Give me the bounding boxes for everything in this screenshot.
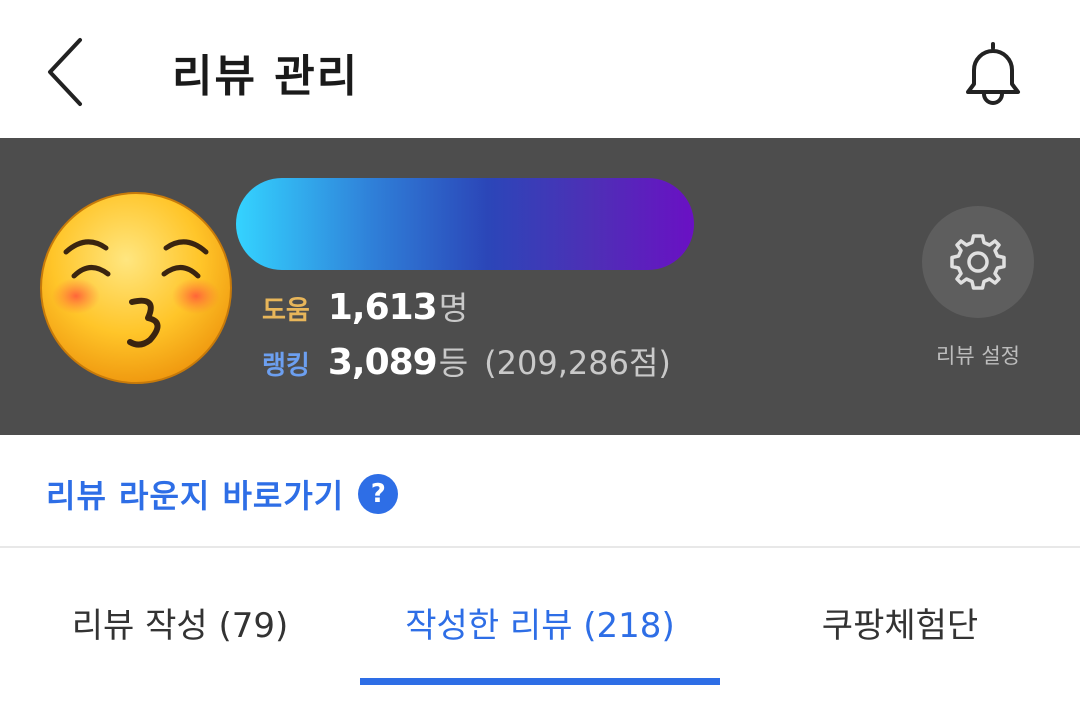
help-count-row: 도움 1,613 명: [262, 283, 468, 329]
lounge-section: 리뷰 라운지 바로가기 ?: [0, 435, 1080, 548]
review-settings-button[interactable]: [922, 206, 1034, 318]
review-settings-label[interactable]: 리뷰 설정: [900, 340, 1056, 370]
help-count-value: 1,613: [327, 287, 438, 328]
back-button[interactable]: [38, 34, 98, 110]
bell-icon: [966, 42, 1020, 105]
profile-banner: 도움 1,613 명 랭킹 3,089 등 (209,286점) 리뷰 설정: [0, 138, 1080, 435]
review-tabs: 리뷰 작성 (79) 작성한 리뷰 (218) 쿠팡체험단: [0, 550, 1080, 715]
review-lounge-link[interactable]: 리뷰 라운지 바로가기 ?: [46, 471, 399, 517]
ranking-value: 3,089: [327, 342, 438, 383]
help-count-unit: 명: [438, 289, 469, 327]
review-lounge-link-label[interactable]: 리뷰 라운지 바로가기: [46, 471, 344, 517]
chevron-left-icon: [48, 38, 82, 106]
tab-coupang-experience[interactable]: 쿠팡체험단: [720, 598, 1080, 658]
kissing-face-emoji-icon: [40, 192, 232, 384]
top-app-bar: 리뷰 관리: [0, 0, 1080, 138]
notification-button[interactable]: [960, 40, 1026, 106]
help-label: 도움: [262, 296, 310, 326]
ranking-points: (209,286점): [484, 344, 671, 382]
ranking-row: 랭킹 3,089 등 (209,286점): [262, 338, 671, 384]
tab-write-review[interactable]: 리뷰 작성 (79): [0, 598, 360, 658]
ranking-unit: 등: [438, 344, 469, 382]
question-icon[interactable]: ?: [358, 474, 399, 514]
active-tab-indicator: [360, 678, 720, 685]
gear-icon: [950, 234, 1006, 290]
tab-written-reviews[interactable]: 작성한 리뷰 (218): [360, 598, 720, 658]
ranking-label: 랭킹: [262, 351, 310, 381]
avatar[interactable]: [38, 190, 234, 386]
grade-progress-bar: [236, 178, 694, 270]
page-title: 리뷰 관리: [172, 51, 360, 102]
